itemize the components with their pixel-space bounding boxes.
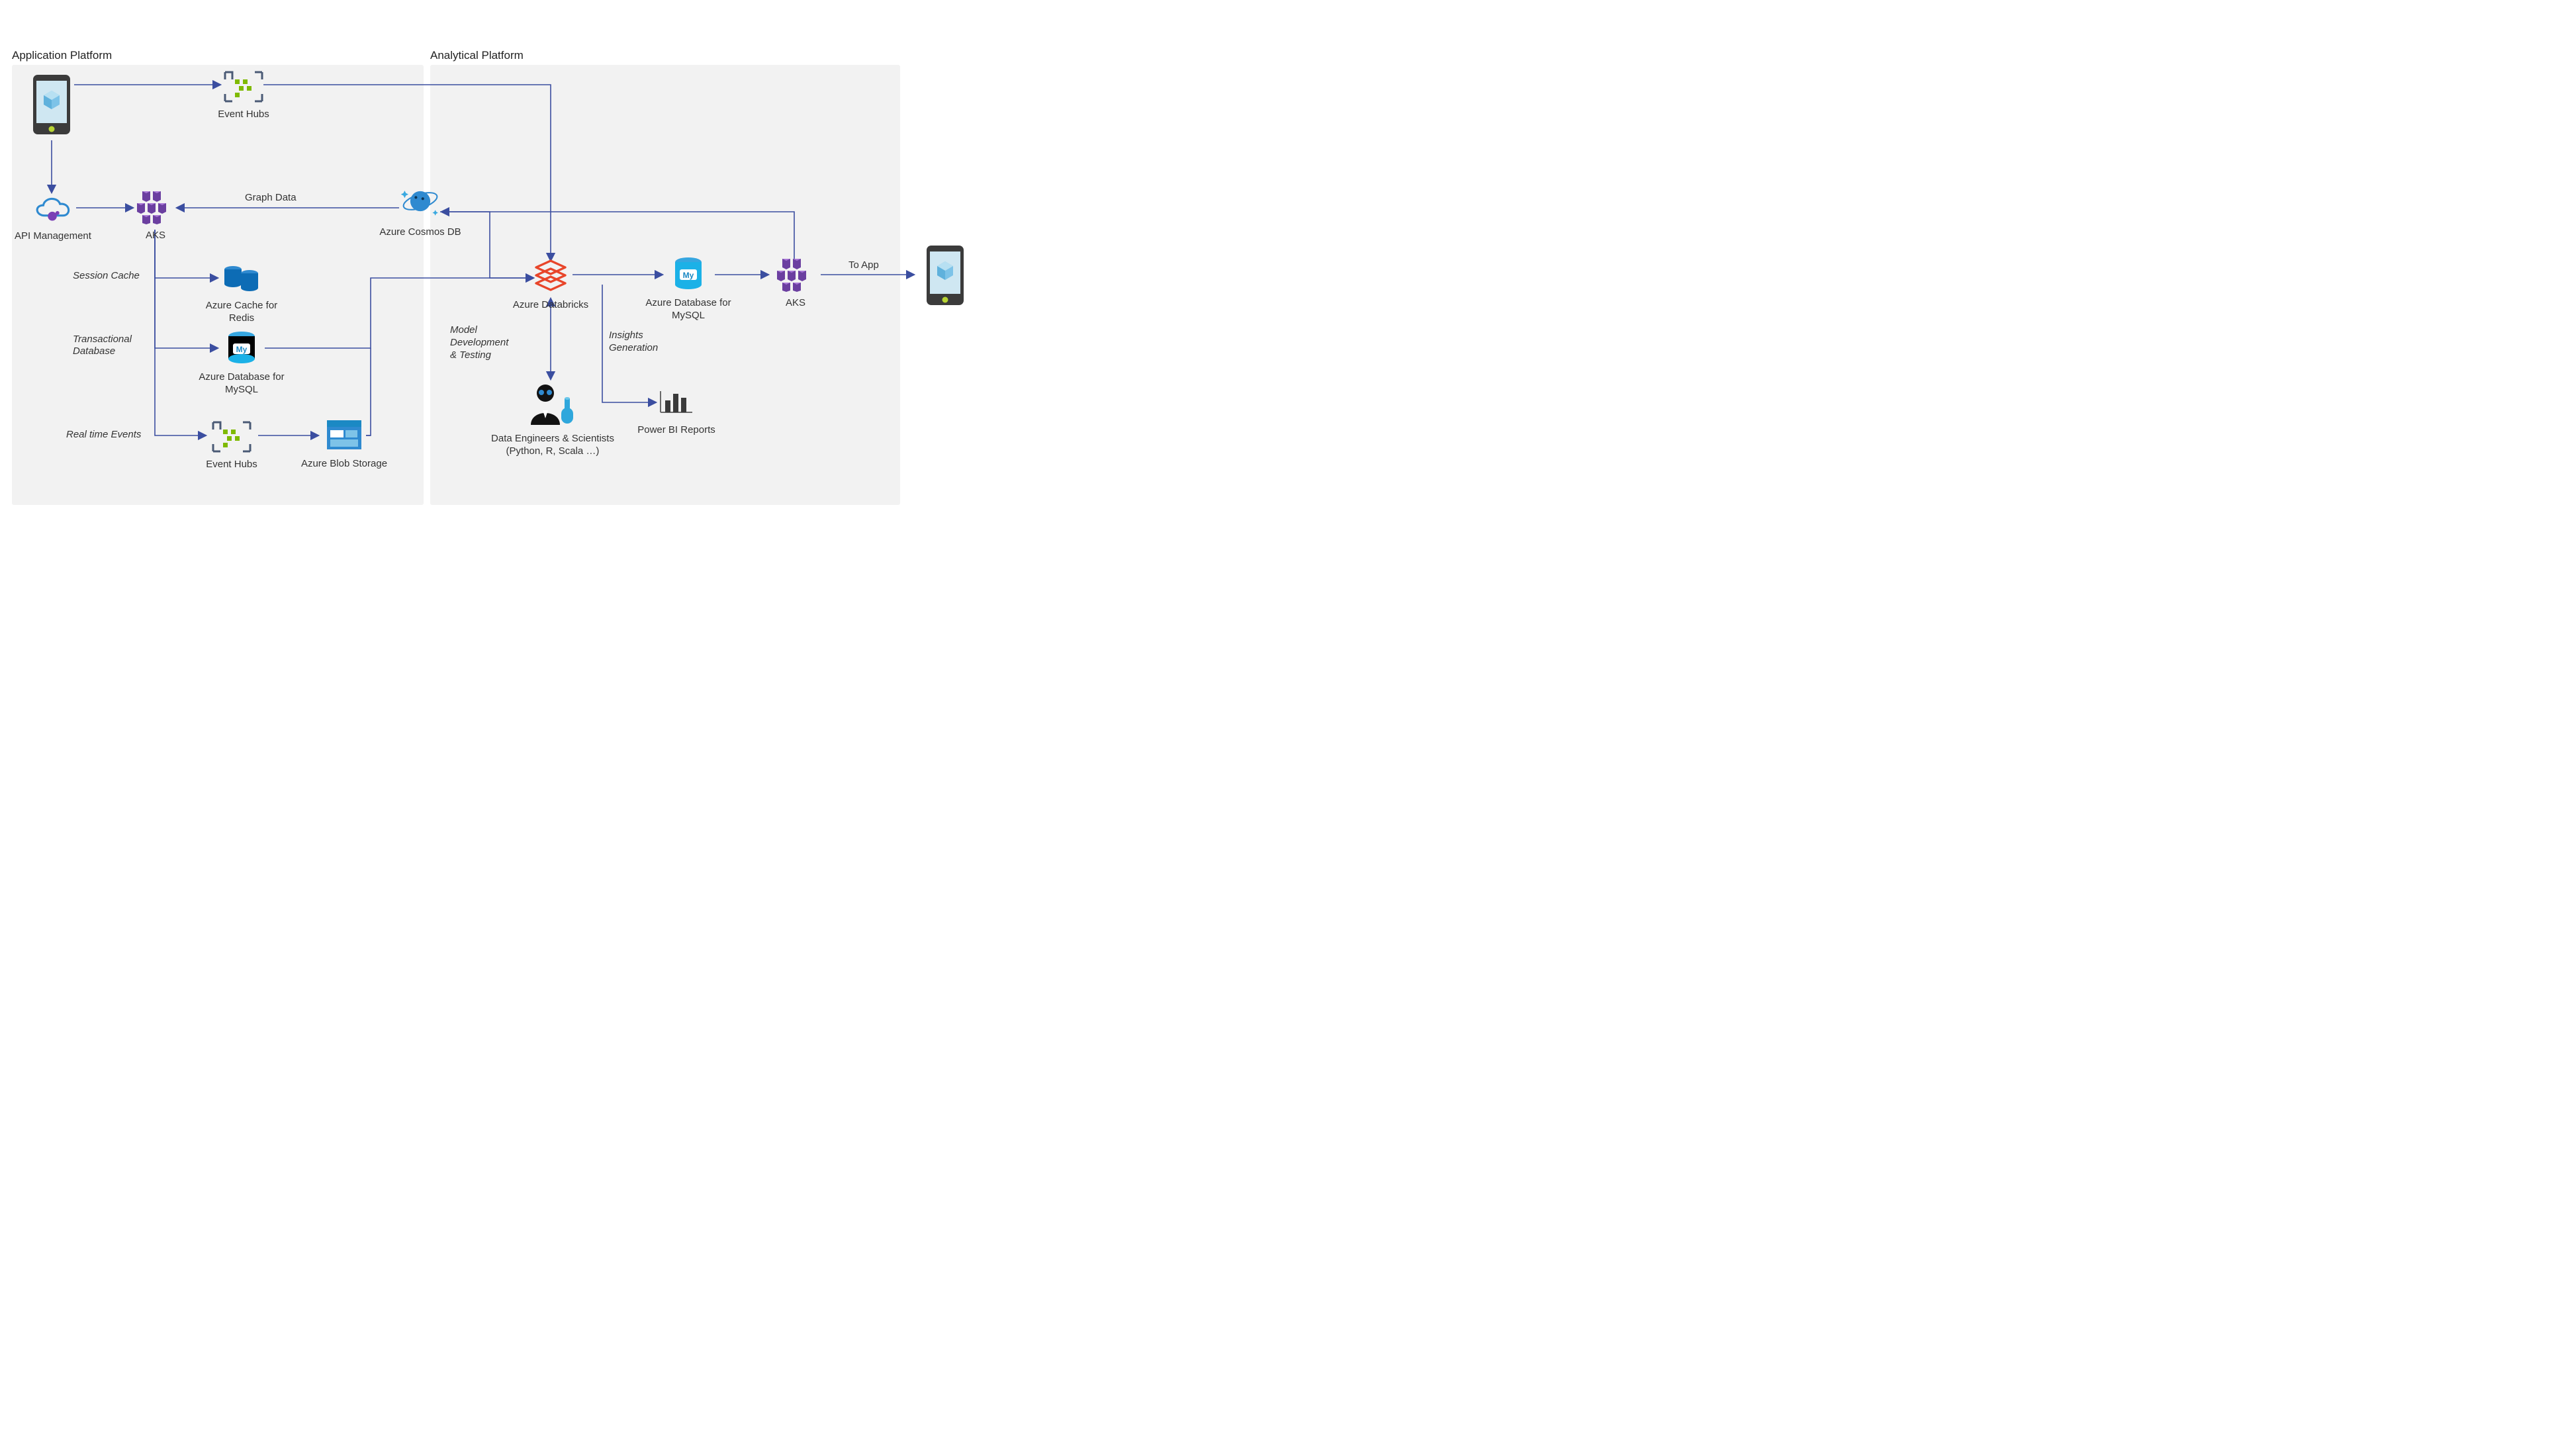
cosmos-db-label: Azure Cosmos DB: [374, 226, 467, 239]
api-management: API Management: [7, 191, 99, 243]
azure-databricks: Azure Databricks: [504, 257, 597, 312]
data-scientists: Data Engineers & Scientists (Python, R, …: [483, 381, 622, 458]
aks-left: AKS: [109, 188, 202, 242]
application-platform-label: Application Platform: [12, 49, 112, 62]
azure-mysql-right-label: Azure Database for MySQL: [642, 297, 735, 322]
data-scientists-label2: (Python, R, Scala …): [506, 445, 600, 457]
cosmos-db: Azure Cosmos DB: [374, 183, 467, 239]
aks-right-label: AKS: [749, 297, 842, 310]
azure-blob-storage-label: Azure Blob Storage: [298, 458, 390, 471]
azure-mysql-left: My Azure Database for MySQL: [195, 330, 288, 396]
svg-text:My: My: [236, 345, 248, 354]
edge-label-transactional-db: Transactional Database: [73, 334, 132, 357]
power-bi-reports: Power BI Reports: [630, 384, 723, 437]
analytical-platform-label: Analytical Platform: [430, 49, 524, 62]
edge-label-session-cache: Session Cache: [73, 270, 140, 281]
svg-text:My: My: [683, 271, 694, 280]
edge-label-realtime-events: Real time Events: [66, 429, 141, 440]
edge-label-to-app: To App: [848, 259, 879, 271]
azure-cache-redis: Azure Cache for Redis: [195, 259, 288, 325]
edge-label-insights: Insights Generation: [609, 330, 658, 355]
aks-right: AKS: [749, 255, 842, 310]
azure-cache-redis-label: Azure Cache for Redis: [195, 300, 288, 325]
azure-blob-storage: Azure Blob Storage: [298, 417, 390, 471]
event-hubs-bottom-label: Event Hubs: [185, 459, 278, 471]
edge-label-graph-data: Graph Data: [245, 192, 297, 203]
event-hubs-top: Event Hubs: [197, 68, 290, 121]
event-hubs-bottom: Event Hubs: [185, 418, 278, 471]
api-management-label: API Management: [7, 230, 99, 243]
event-hubs-top-label: Event Hubs: [197, 109, 290, 121]
mobile-app-right-icon: [913, 244, 976, 309]
power-bi-reports-label: Power BI Reports: [630, 424, 723, 437]
azure-mysql-right: My Azure Database for MySQL: [642, 255, 735, 322]
aks-left-label: AKS: [109, 230, 202, 242]
data-scientists-label1: Data Engineers & Scientists: [491, 433, 614, 444]
edge-label-model-dev: Model Development & Testing: [450, 324, 508, 361]
azure-databricks-label: Azure Databricks: [504, 299, 597, 312]
azure-mysql-left-label: Azure Database for MySQL: [195, 371, 288, 396]
mobile-app-left-icon: [20, 73, 83, 138]
